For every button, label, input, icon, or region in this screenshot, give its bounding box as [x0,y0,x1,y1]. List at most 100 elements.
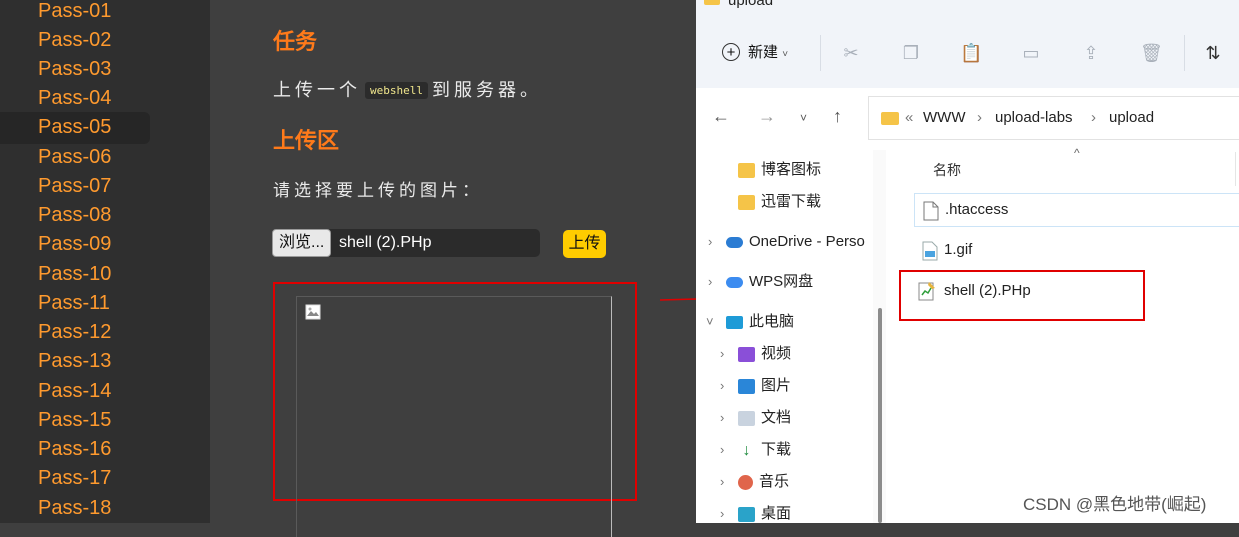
toolbar-divider [820,35,821,71]
highlight-box-shell-file [899,270,1145,321]
nav-music[interactable]: 音乐 [738,469,789,495]
chevron-right-icon[interactable]: › [720,410,724,425]
folder-icon [738,194,755,210]
cloud-icon [726,276,743,288]
nav-blog-icons[interactable]: 博客图标 [738,157,821,183]
sidebar-item-pass-13[interactable]: Pass-13 [0,346,150,378]
cut-icon[interactable]: ✂ [840,42,862,64]
folder-icon [738,162,755,178]
sidebar-item-pass-08[interactable]: Pass-08 [0,200,150,232]
nav-downloads[interactable]: ↓ 下载 [738,437,792,463]
sidebar-item-pass-12[interactable]: Pass-12 [0,317,150,349]
sidebar: Pass-01 Pass-02 Pass-03 Pass-04 Pass-05 … [0,0,210,523]
sidebar-item-pass-10[interactable]: Pass-10 [0,259,150,291]
navigation-row: ← → ˅ ↑ « WWW › upload-labs › upload [696,96,1239,142]
window-title: upload [728,0,774,9]
rename-icon[interactable]: ▭ [1020,42,1042,64]
chevron-down-icon[interactable]: ˅ [706,314,714,329]
forward-arrow-icon[interactable]: → [758,106,776,127]
sidebar-item-pass-05[interactable]: Pass-05 [0,112,150,144]
sidebar-item-pass-14[interactable]: Pass-14 [0,376,150,408]
nav-label: 图片 [761,377,792,394]
paste-icon[interactable]: 📋 [960,42,982,64]
browse-button[interactable]: 浏览... [272,229,332,257]
chevron-down-icon: ˅ [782,49,789,60]
choose-image-label: 请选择要上传的图片： [273,181,483,200]
file-input[interactable]: 浏览... shell (2).PHp [272,229,540,257]
chevron-right-icon[interactable]: › [708,274,712,289]
image-preview-frame [296,296,612,537]
nav-xunlei-download[interactable]: 迅雷下载 [738,189,821,215]
chevron-right-icon[interactable]: › [720,506,724,521]
chevron-right-icon[interactable]: › [708,234,712,249]
address-overflow[interactable]: « [905,109,913,126]
file-explorer: upload + 新建 ˅ ✂ ❐ 📋 ▭ ⇪ 🗑 ⇅ ← → ˅ ↑ « WWW… [696,0,1239,523]
nav-label: 音乐 [759,473,790,490]
task-description: 上传一个 webshell 到服务器。 [273,76,542,102]
copy-icon[interactable]: ❐ [900,42,922,64]
sidebar-item-pass-15[interactable]: Pass-15 [0,405,150,437]
chevron-right-icon[interactable]: › [720,442,724,457]
sidebar-item-pass-03[interactable]: Pass-03 [0,54,150,86]
sidebar-item-pass-11[interactable]: Pass-11 [0,288,150,320]
breadcrumb-upload[interactable]: upload [1109,109,1154,126]
nav-desktop[interactable]: 桌面 [738,501,791,527]
main-content: 任务 上传一个 webshell 到服务器。 上传区 请选择要上传的图片： 浏览..… [210,0,696,537]
up-arrow-icon[interactable]: ↑ [833,106,842,127]
nav-scrollbar-thumb[interactable] [878,308,882,523]
nav-wps-drive[interactable]: WPS网盘 [726,269,813,295]
nav-label: 视频 [761,345,792,362]
sidebar-item-pass-18[interactable]: Pass-18 [0,493,150,525]
file-icon [923,201,939,221]
sidebar-item-pass-16[interactable]: Pass-16 [0,434,150,466]
chevron-right-icon[interactable]: › [720,378,724,393]
delete-icon[interactable]: 🗑 [1140,42,1163,64]
file-name: .htaccess [945,201,1009,218]
new-button[interactable]: + 新建 ˅ [722,40,802,66]
file-row-1-gif[interactable]: 1.gif [914,234,1239,268]
column-header-name[interactable]: 名称 [933,160,961,180]
chevron-right-icon[interactable]: › [720,346,724,361]
sort-icon[interactable]: ⇅ [1202,42,1224,64]
sidebar-item-pass-01[interactable]: Pass-01 [0,0,150,28]
webshell-code: webshell [365,82,428,99]
upload-button[interactable]: 上传 [563,230,606,258]
breadcrumb-www[interactable]: WWW [923,109,965,126]
sidebar-item-pass-07[interactable]: Pass-07 [0,171,150,203]
share-icon[interactable]: ⇪ [1080,42,1102,64]
broken-image-icon [305,304,321,320]
column-separator[interactable] [1235,152,1236,186]
monitor-icon [726,315,743,329]
nav-pictures[interactable]: 图片 [738,373,791,399]
sidebar-item-pass-17[interactable]: Pass-17 [0,463,150,495]
desktop-icon [738,506,755,522]
nav-this-pc[interactable]: 此电脑 [726,309,794,335]
sidebar-item-pass-02[interactable]: Pass-02 [0,25,150,57]
cloud-icon [726,236,743,248]
task-heading: 任务 [273,29,318,54]
plus-icon: + [722,43,740,61]
folder-icon [881,112,899,125]
document-icon [738,410,755,426]
folder-icon [704,0,720,5]
nav-label: 文档 [761,409,792,426]
nav-videos[interactable]: 视频 [738,341,791,367]
nav-label: 博客图标 [761,161,822,178]
breadcrumb-separator: › [977,109,982,126]
file-row-htaccess[interactable]: .htaccess [914,193,1239,227]
breadcrumb-upload-labs[interactable]: upload-labs [995,109,1073,126]
sidebar-item-pass-09[interactable]: Pass-09 [0,229,150,261]
picture-icon [738,378,755,394]
task-prefix: 上传一个 [273,80,361,100]
nav-onedrive[interactable]: OneDrive - Perso [726,229,865,255]
music-icon [738,474,753,490]
address-bar[interactable]: « WWW › upload-labs › upload [868,96,1239,140]
back-arrow-icon[interactable]: ← [712,106,730,127]
sidebar-item-pass-04[interactable]: Pass-04 [0,83,150,115]
toolbar-divider [1184,35,1185,71]
nav-documents[interactable]: 文档 [738,405,791,431]
file-name: 1.gif [944,241,973,258]
recent-chevron-icon[interactable]: ˅ [800,111,807,125]
chevron-right-icon[interactable]: › [720,474,724,489]
sidebar-item-pass-06[interactable]: Pass-06 [0,142,150,174]
